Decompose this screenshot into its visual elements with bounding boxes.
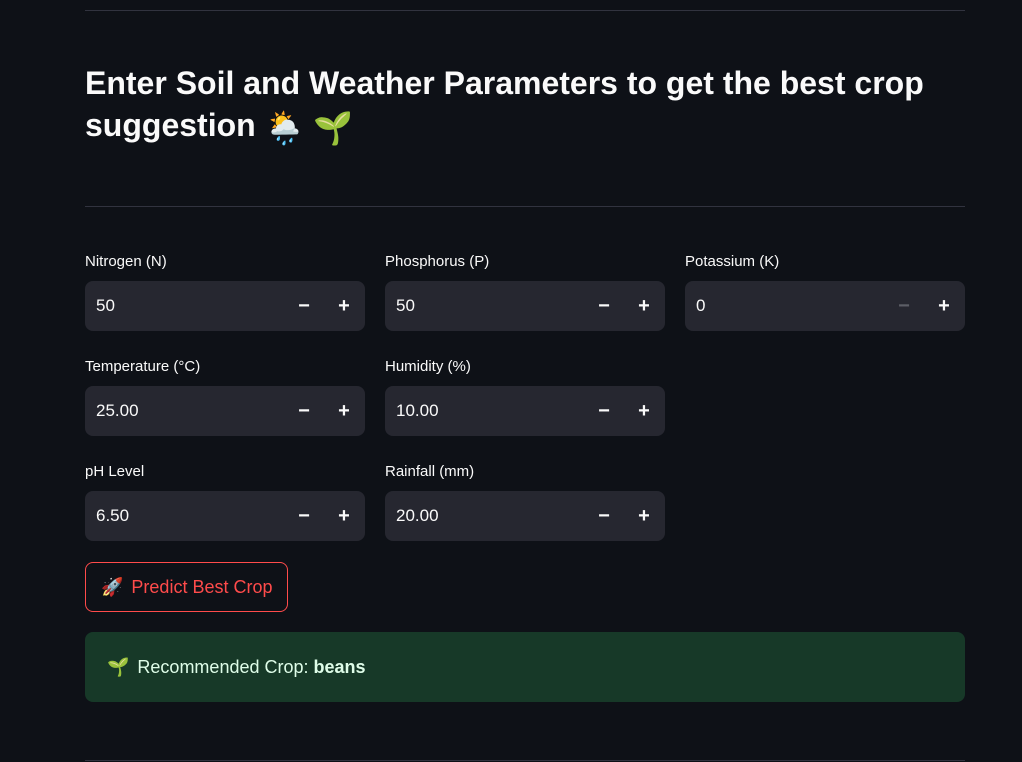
nitrogen-increment-button[interactable]: +	[324, 281, 364, 331]
nitrogen-decrement-button[interactable]: −	[284, 281, 324, 331]
potassium-input[interactable]: 0 − +	[685, 281, 965, 331]
field-label: Potassium (K)	[685, 253, 780, 270]
page-title: Enter Soil and Weather Parameters to get…	[85, 62, 965, 149]
result-prefix: Recommended Crop:	[137, 656, 309, 677]
humidity-input[interactable]: 10.00 − +	[385, 386, 665, 436]
rain-cloud-icon: 🌦️	[264, 109, 305, 146]
app-page: Enter Soil and Weather Parameters to get…	[0, 0, 1022, 762]
field-label: Nitrogen (N)	[85, 253, 167, 270]
rainfall-value[interactable]: 20.00	[385, 506, 584, 526]
phosphorus-increment-button[interactable]: +	[624, 281, 664, 331]
field-label: Rainfall (mm)	[385, 463, 475, 480]
humidity-decrement-button[interactable]: −	[584, 386, 624, 436]
divider-middle	[85, 206, 965, 207]
rainfall-increment-button[interactable]: +	[624, 491, 664, 541]
ph-input[interactable]: 6.50 − +	[85, 491, 365, 541]
field-humidity: Humidity (%) 10.00 − +	[385, 357, 665, 436]
temperature-increment-button[interactable]: +	[324, 386, 364, 436]
phosphorus-decrement-button[interactable]: −	[584, 281, 624, 331]
field-rainfall: Rainfall (mm) 20.00 − +	[385, 462, 665, 541]
humidity-increment-button[interactable]: +	[624, 386, 664, 436]
seedling-icon: 🌱	[107, 656, 130, 677]
result-alert: 🌱 Recommended Crop: beans	[85, 632, 965, 702]
field-temperature: Temperature (°C) 25.00 − +	[85, 357, 365, 436]
humidity-value[interactable]: 10.00	[385, 401, 584, 421]
temperature-value[interactable]: 25.00	[85, 401, 284, 421]
phosphorus-input[interactable]: 50 − +	[385, 281, 665, 331]
potassium-increment-button[interactable]: +	[924, 281, 964, 331]
field-label: Phosphorus (P)	[385, 253, 490, 270]
recommended-crop: beans	[313, 656, 366, 677]
field-ph: pH Level 6.50 − +	[85, 462, 365, 541]
title-text: Enter Soil and Weather Parameters to get…	[85, 65, 924, 143]
temperature-decrement-button[interactable]: −	[284, 386, 324, 436]
divider-top	[85, 10, 965, 11]
ph-decrement-button[interactable]: −	[284, 491, 324, 541]
potassium-decrement-button[interactable]: −	[884, 281, 924, 331]
rocket-icon: 🚀	[101, 576, 124, 597]
field-label: Temperature (°C)	[85, 358, 201, 375]
predict-button-label: Predict Best Crop	[131, 576, 273, 597]
field-nitrogen: Nitrogen (N) 50 − +	[85, 252, 365, 331]
field-phosphorus: Phosphorus (P) 50 − +	[385, 252, 665, 331]
divider-bottom	[85, 760, 965, 761]
ph-value[interactable]: 6.50	[85, 506, 284, 526]
result-text: Recommended Crop: beans	[137, 657, 365, 678]
temperature-input[interactable]: 25.00 − +	[85, 386, 365, 436]
nitrogen-input[interactable]: 50 − +	[85, 281, 365, 331]
field-label: Humidity (%)	[385, 358, 471, 375]
seedling-icon: 🌱	[313, 109, 354, 146]
nitrogen-value[interactable]: 50	[85, 296, 284, 316]
field-potassium: Potassium (K) 0 − +	[685, 252, 965, 331]
field-label: pH Level	[85, 463, 145, 480]
ph-increment-button[interactable]: +	[324, 491, 364, 541]
rainfall-input[interactable]: 20.00 − +	[385, 491, 665, 541]
phosphorus-value[interactable]: 50	[385, 296, 584, 316]
predict-button[interactable]: 🚀 Predict Best Crop	[85, 562, 289, 612]
potassium-value[interactable]: 0	[685, 296, 884, 316]
rainfall-decrement-button[interactable]: −	[584, 491, 624, 541]
